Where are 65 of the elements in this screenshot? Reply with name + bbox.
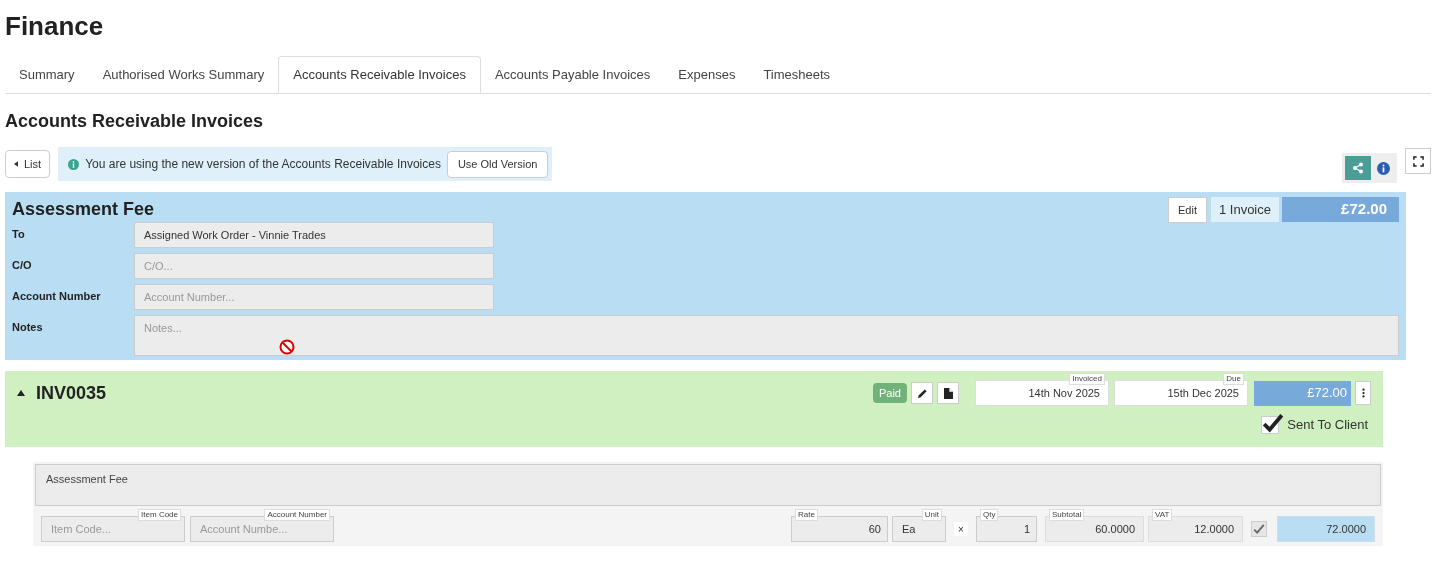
field-label: Unit bbox=[921, 509, 942, 521]
pencil-icon bbox=[916, 387, 928, 399]
share-button[interactable] bbox=[1345, 156, 1371, 180]
subtotal-field[interactable]: 60.0000 bbox=[1045, 516, 1144, 542]
check-icon bbox=[1253, 523, 1265, 535]
due-date-field[interactable]: 15th Dec 2025 bbox=[1114, 380, 1248, 406]
description-field[interactable]: Assessment Fee bbox=[35, 464, 1381, 506]
list-button[interactable]: List bbox=[5, 150, 51, 178]
notice-text: You are using the new version of the Accounts Receivable Invoices bbox=[85, 156, 441, 173]
text-field[interactable]: Account Numbe... bbox=[190, 516, 334, 542]
tab[interactable]: Accounts Payable Invoices bbox=[480, 56, 665, 93]
document-button[interactable] bbox=[937, 382, 959, 404]
caret-icon[interactable] bbox=[17, 390, 25, 396]
tab[interactable]: Summary bbox=[5, 56, 89, 93]
document-icon bbox=[943, 387, 953, 399]
status-badge: Paid bbox=[872, 383, 907, 403]
sent-to-client-label: Sent To Client bbox=[1287, 416, 1368, 434]
more-button[interactable] bbox=[1355, 381, 1371, 405]
multiply-sign: × bbox=[954, 522, 968, 536]
line-total: 72.0000 bbox=[1277, 516, 1375, 542]
caret-icon bbox=[14, 161, 18, 167]
checkbox[interactable] bbox=[1251, 521, 1267, 537]
use-old-version-button[interactable]: Use Old Version bbox=[446, 150, 549, 178]
field-label: Invoiced bbox=[1069, 373, 1105, 385]
field-label: Due bbox=[1223, 373, 1244, 385]
tab[interactable]: Timesheets bbox=[749, 56, 845, 93]
not-allowed-icon bbox=[279, 339, 295, 355]
group-title: Assessment Fee bbox=[12, 198, 156, 221]
section-title: Accounts Receivable Invoices bbox=[5, 110, 265, 133]
share-icon bbox=[1352, 162, 1364, 174]
field-label: VAT bbox=[1152, 509, 1173, 521]
field-label: Qty bbox=[980, 509, 999, 521]
notes-field[interactable]: Notes... bbox=[134, 315, 1399, 356]
field-label: Rate bbox=[795, 509, 818, 521]
info-icon bbox=[68, 158, 80, 170]
field-label: To bbox=[12, 227, 26, 242]
page-title: Finance bbox=[5, 10, 105, 42]
tab[interactable]: Authorised Works Summary bbox=[88, 56, 279, 93]
invoice-total: £72.00 bbox=[1254, 380, 1351, 406]
more-icon bbox=[1361, 388, 1365, 398]
field-label: Account Number bbox=[264, 509, 330, 521]
vat-field[interactable]: 12.0000 bbox=[1148, 516, 1243, 542]
field-label: Notes bbox=[12, 320, 44, 335]
fullscreen-icon bbox=[1412, 155, 1424, 167]
fullscreen-button[interactable] bbox=[1405, 148, 1431, 174]
field-label: Subtotal bbox=[1049, 509, 1085, 521]
invoiced-date-field[interactable]: 14th Nov 2025 bbox=[975, 380, 1109, 406]
info-icon[interactable] bbox=[1377, 161, 1390, 175]
text-field[interactable]: C/O... bbox=[134, 253, 494, 279]
invoice-number: INV0035 bbox=[36, 381, 107, 405]
tab[interactable]: Accounts Receivable Invoices bbox=[278, 56, 481, 93]
edit-button[interactable] bbox=[911, 382, 933, 404]
edit-button[interactable]: Edit bbox=[1168, 197, 1207, 223]
text-field[interactable]: Assigned Work Order - Vinnie Trades bbox=[134, 222, 494, 248]
rate-field[interactable]: 60 bbox=[791, 516, 888, 542]
text-field[interactable]: Account Number... bbox=[134, 284, 494, 310]
group-total: £72.00 bbox=[1282, 197, 1399, 222]
check-icon bbox=[1262, 411, 1285, 434]
field-label: Item Code bbox=[138, 509, 181, 521]
unit-field[interactable]: Ea bbox=[892, 516, 946, 542]
field-label: C/O bbox=[12, 258, 33, 273]
field-label: Account Number bbox=[12, 289, 102, 304]
text-field[interactable]: Item Code... bbox=[41, 516, 185, 542]
invoice-count: 1 Invoice bbox=[1210, 197, 1279, 222]
tab[interactable]: Expenses bbox=[664, 56, 750, 93]
